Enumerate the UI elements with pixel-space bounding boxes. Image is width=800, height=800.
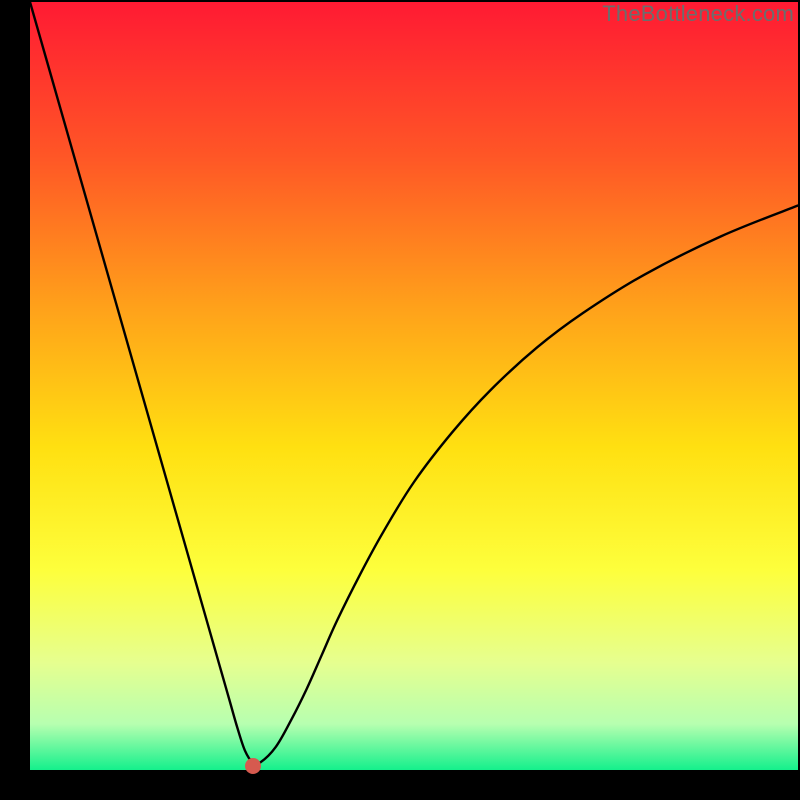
watermark-text: TheBottleneck.com bbox=[602, 1, 794, 27]
plot-area bbox=[30, 2, 798, 770]
chart-frame: TheBottleneck.com bbox=[0, 0, 800, 800]
bottleneck-curve bbox=[30, 2, 798, 770]
optimum-marker bbox=[245, 758, 261, 774]
curve-path bbox=[30, 2, 798, 764]
